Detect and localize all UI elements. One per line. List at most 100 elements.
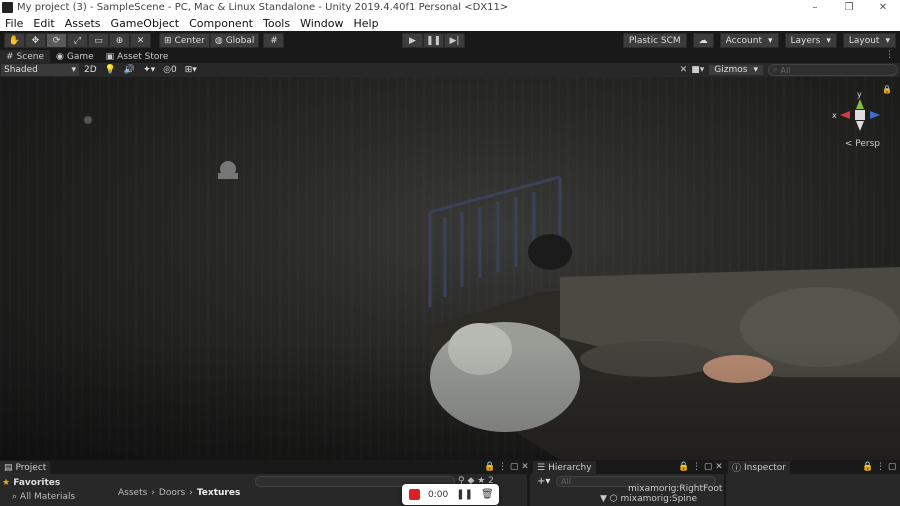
tab-game[interactable]: ◉ Game — [50, 50, 100, 63]
step-icon[interactable]: ▶| — [444, 33, 465, 48]
character-head — [528, 234, 572, 270]
menu-help[interactable]: Help — [348, 17, 383, 30]
tab-project[interactable]: ▤ Project — [0, 461, 51, 474]
audio-toggle-icon[interactable]: 🔊 — [121, 64, 138, 76]
screen-recorder-widget: 0:00 ❚❚ 🗑 — [402, 484, 499, 505]
orientation-gizmo[interactable]: y x — [830, 85, 890, 145]
tab-asset-store[interactable]: ▣ Asset Store — [100, 50, 175, 63]
account-dropdown[interactable]: Account ▾ — [719, 33, 779, 48]
menu-assets[interactable]: Assets — [60, 17, 106, 30]
cube-icon: ⬡ — [609, 494, 618, 504]
hierarchy-row-label: mixamorig:Spine — [620, 494, 698, 504]
pause-icon[interactable]: ❚❚ — [423, 33, 444, 48]
close-button[interactable]: ✕ — [866, 0, 900, 15]
2d-label: 2D — [84, 65, 97, 75]
gizmo-y-label: y — [857, 90, 862, 99]
record-stop-button[interactable] — [409, 489, 420, 500]
scene-toolbar-right: ✕ ■▾ Gizmos ▾ ⌕ All — [680, 64, 898, 76]
move-tool-icon[interactable]: ✥ — [25, 33, 46, 48]
rect-tool-icon[interactable]: ▭ — [88, 33, 109, 48]
lighting-toggle-icon[interactable]: 💡 — [102, 64, 119, 76]
grid-toggle-icon[interactable]: ⊞▾ — [182, 64, 200, 76]
camera-icon[interactable]: ■▾ — [691, 65, 704, 75]
scale-tool-icon[interactable]: ⤢ — [67, 33, 88, 48]
more-options-icon[interactable]: ⋮ — [885, 50, 894, 60]
star-icon: ★ — [2, 478, 11, 488]
menu-bar: File Edit Assets GameObject Component To… — [0, 15, 900, 31]
project-panel-controls[interactable]: 🔒 ⋮ ▢ ✕ — [484, 462, 529, 472]
inspector-panel-controls[interactable]: 🔒 ⋮ ▢ — [862, 462, 896, 472]
scene-tab-bar: # Scene ◉ Game ▣ Asset Store ⋮ — [0, 50, 900, 63]
hand-tool-icon[interactable]: ✋ — [4, 33, 25, 48]
chevron-down-icon: ▾ — [826, 35, 831, 46]
shading-mode-dropdown[interactable]: Shaded ▾ — [1, 64, 79, 76]
pivot-icon: ⊞ — [164, 35, 172, 46]
hierarchy-panel-controls[interactable]: 🔒 ⋮ ▢ ✕ — [678, 462, 723, 472]
plastic-scm-button[interactable]: Plastic SCM — [622, 33, 687, 48]
grid-snap-icon[interactable]: # — [263, 33, 285, 48]
favorites-label[interactable]: ★ Favorites — [2, 478, 60, 488]
tools-icon[interactable]: ✕ — [680, 65, 688, 75]
globe-icon: ◍ — [214, 35, 223, 46]
all-materials-label: All Materials — [19, 492, 76, 502]
space-global-button[interactable]: ◍ Global — [209, 33, 260, 48]
menu-edit[interactable]: Edit — [28, 17, 59, 30]
menu-gameobject[interactable]: GameObject — [106, 17, 185, 30]
floor-shadow — [0, 342, 900, 460]
perspective-label[interactable]: < Persp — [845, 139, 880, 149]
pause-icon[interactable]: ❚❚ — [456, 489, 473, 500]
window-controls: – ❐ ✕ — [798, 0, 900, 15]
breadcrumb-assets[interactable]: Assets — [118, 488, 147, 498]
eye-slash-icon: ◎ — [163, 65, 172, 75]
menu-window[interactable]: Window — [295, 17, 348, 30]
space-label: Global — [225, 35, 255, 46]
breadcrumb-textures[interactable]: Textures — [197, 488, 240, 498]
pivot-center-button[interactable]: ⊞ Center — [159, 33, 210, 48]
scene-viewport[interactable]: 🔒 y x < Persp — [0, 77, 900, 460]
hidden-count: 0 — [171, 65, 177, 75]
scene-search-input[interactable]: ⌕ All — [768, 64, 898, 76]
transform-tools: ✋ ✥ ⟳ ⤢ ▭ ⊕ ✕ — [4, 33, 151, 48]
2d-toggle[interactable]: 2D — [81, 64, 100, 76]
hierarchy-row[interactable]: mixamorig:RightFoot — [628, 484, 722, 494]
custom-tool-icon[interactable]: ✕ — [130, 33, 151, 48]
transform-tool-icon[interactable]: ⊕ — [109, 33, 130, 48]
search-placeholder: All — [780, 65, 791, 75]
tab-inspector-label: Inspector — [744, 462, 786, 473]
scene-grid-icon: # — [6, 51, 14, 62]
breadcrumb-doors[interactable]: Doors — [159, 488, 185, 498]
tab-hierarchy[interactable]: ☰ Hierarchy — [533, 461, 596, 474]
pivot-label: Center — [174, 35, 205, 46]
tab-scene[interactable]: # Scene — [0, 50, 50, 63]
layers-dropdown[interactable]: Layers ▾ — [784, 33, 837, 48]
tab-inspector[interactable]: ⓘ Inspector — [728, 461, 790, 474]
gizmos-dropdown[interactable]: Gizmos ▾ — [708, 64, 764, 76]
gizmos-label: Gizmos — [714, 65, 748, 75]
layers-label: Layers — [790, 35, 821, 46]
info-icon: ⓘ — [732, 464, 742, 474]
inspector-panel — [726, 474, 900, 506]
all-materials-item[interactable]: ⌕ All Materials — [12, 492, 75, 502]
chevron-down-icon: ▾ — [753, 65, 758, 75]
add-object-button[interactable]: +▾ — [537, 476, 550, 487]
menu-tools[interactable]: Tools — [258, 17, 295, 30]
menu-component[interactable]: Component — [184, 17, 258, 30]
scene-toolbar: Shaded ▾ 2D 💡 🔊 ✦▾ ◎ 0 ⊞▾ ✕ ■▾ Gizmos ▾ ⌕ Al… — [0, 63, 900, 77]
hidden-objects-toggle[interactable]: ◎ 0 — [160, 64, 180, 76]
trash-icon[interactable]: 🗑 — [481, 489, 494, 500]
search-icon: ⌕ — [12, 492, 18, 502]
layout-dropdown[interactable]: Layout ▾ — [842, 33, 896, 48]
minimize-button[interactable]: – — [798, 0, 832, 15]
shading-mode-label: Shaded — [4, 65, 38, 75]
hierarchy-row[interactable]: ▼ ⬡ mixamorig:Spine — [600, 494, 697, 504]
unity-icon — [2, 2, 13, 13]
maximize-button[interactable]: ❐ — [832, 0, 866, 15]
rotate-tool-icon[interactable]: ⟳ — [46, 33, 67, 48]
search-icon: ⌕ — [773, 65, 778, 74]
play-icon[interactable]: ▶ — [402, 33, 423, 48]
cloud-icon[interactable]: ☁ — [692, 33, 714, 48]
gizmo-x-label: x — [832, 111, 837, 120]
menu-file[interactable]: File — [0, 17, 28, 30]
effects-toggle-icon[interactable]: ✦▾ — [140, 64, 158, 76]
chevron-down-icon: ▾ — [768, 35, 773, 46]
